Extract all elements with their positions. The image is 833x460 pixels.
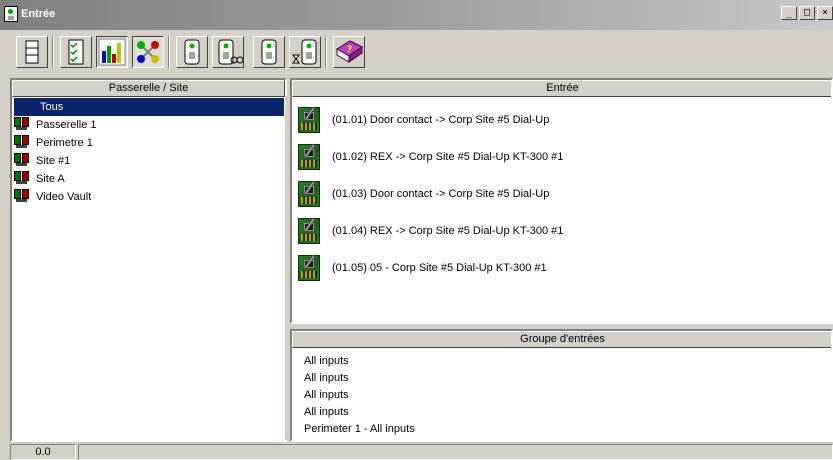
toolbar-separator xyxy=(168,36,170,68)
input-groups-panel: Groupe d'entrées All inputs All inputs A… xyxy=(290,329,833,442)
connections-icon xyxy=(137,41,159,63)
tree-item-label: Video Vault xyxy=(36,191,92,203)
help-button[interactable]: ? xyxy=(333,36,365,68)
tree-item-site-1[interactable]: Site #1 xyxy=(14,152,70,170)
input-board-icon xyxy=(298,106,320,133)
group-item[interactable]: All inputs xyxy=(304,353,349,370)
site-icon xyxy=(14,152,30,167)
input-item-label: (01.02) REX -> Corp Site #5 Dial-Up KT-3… xyxy=(332,151,564,163)
tree-item-label: Site #1 xyxy=(36,155,71,167)
input-board-icon xyxy=(298,254,320,281)
group-item[interactable]: Perimeter 1 - All inputs xyxy=(304,421,415,438)
connections-button[interactable] xyxy=(132,36,164,68)
window-controls: _ □ × xyxy=(779,6,833,20)
toolbar-separator xyxy=(325,36,327,68)
list-view-icon xyxy=(25,40,39,64)
group-item[interactable]: All inputs xyxy=(304,370,349,387)
input-item-label: (01.03) Door contact -> Corp Site #5 Dia… xyxy=(332,188,550,200)
app-icon[interactable] xyxy=(4,6,18,22)
status-message xyxy=(78,444,833,460)
site-icon xyxy=(14,188,30,203)
input-item-label: (01.01) Door contact -> Corp Site #5 Dia… xyxy=(332,114,550,126)
input-board-icon xyxy=(298,180,320,207)
panel-link-button[interactable] xyxy=(212,36,244,68)
minimize-button[interactable]: _ xyxy=(781,6,797,20)
status-value: 0.0 xyxy=(10,444,76,460)
inputs-header[interactable]: Entrée xyxy=(292,80,831,97)
site-icon xyxy=(14,116,30,131)
panel-single-button[interactable] xyxy=(253,36,285,68)
maximize-button[interactable]: □ xyxy=(799,6,815,20)
input-board-icon xyxy=(298,143,320,170)
tree-item-label: Tous xyxy=(40,101,64,113)
chart-button[interactable] xyxy=(96,36,128,68)
close-button[interactable]: × xyxy=(817,6,833,20)
panel-button[interactable] xyxy=(176,36,208,68)
group-item[interactable]: All inputs xyxy=(304,404,349,421)
window-title: Entrée xyxy=(21,8,56,20)
input-board-icon xyxy=(298,217,320,244)
help-book-icon: ? xyxy=(336,40,363,63)
panel-single-icon xyxy=(261,39,277,65)
site-tree-panel: Passerelle / Site Tous Passerelle 1 Peri… xyxy=(10,78,287,442)
toolbar-separator xyxy=(52,36,54,68)
check-list-button[interactable] xyxy=(60,36,92,68)
panel-icon xyxy=(184,39,200,65)
tree-item-passerelle-1[interactable]: Passerelle 1 xyxy=(14,116,97,134)
tree-item-tous[interactable]: Tous xyxy=(14,98,284,116)
site-icon xyxy=(14,170,30,185)
tree-item-video-vault[interactable]: Video Vault xyxy=(14,188,91,206)
status-bar: 0.0 xyxy=(0,442,833,460)
tree-item-label: Site A xyxy=(36,173,65,185)
check-list-icon xyxy=(68,39,84,65)
panel-time-button[interactable] xyxy=(289,36,321,68)
tree-item-perimetre-1[interactable]: Perimetre 1 xyxy=(14,134,93,152)
tree-item-site-a[interactable]: Site A xyxy=(14,170,65,188)
list-view-button[interactable] xyxy=(16,36,48,68)
panel-time-icon xyxy=(292,39,317,65)
svg-text:?: ? xyxy=(347,45,352,55)
tree-item-label: Passerelle 1 xyxy=(36,119,97,131)
group-item[interactable]: All inputs xyxy=(304,387,349,404)
toolbar: ? xyxy=(0,32,833,72)
input-item-label: (01.04) REX -> Corp Site #5 Dial-Up KT-3… xyxy=(332,225,564,237)
panel-link-icon xyxy=(218,39,243,65)
chart-icon xyxy=(98,38,126,66)
site-tree-header[interactable]: Passerelle / Site xyxy=(12,80,285,97)
input-groups-header[interactable]: Groupe d'entrées xyxy=(292,331,831,348)
title-bar: Entrée _ □ × xyxy=(0,0,833,30)
site-icon xyxy=(14,134,30,149)
tree-item-label: Perimetre 1 xyxy=(36,137,93,149)
input-item-label: (01.05) 05 - Corp Site #5 Dial-Up KT-300… xyxy=(332,262,547,274)
inputs-panel: Entrée (01.01) Door contact -> Corp Site… xyxy=(290,78,833,324)
